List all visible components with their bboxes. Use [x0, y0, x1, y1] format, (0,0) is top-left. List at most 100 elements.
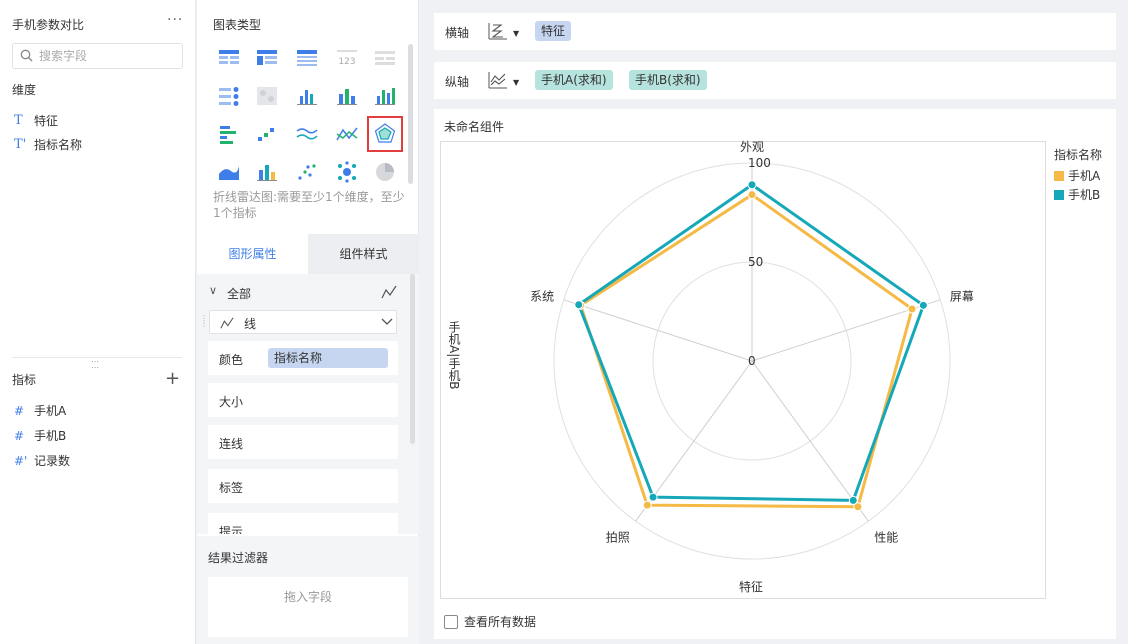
property-group-header[interactable]: ∨ 全部 [209, 284, 401, 304]
category-label: 屏幕 [950, 290, 974, 304]
dimension-label: 指标名称 [34, 138, 83, 152]
x-axis-title: 特征 [739, 580, 764, 594]
category-label: 系统 [530, 290, 554, 304]
connect-property[interactable]: 连线 [208, 425, 398, 459]
resize-handle-icon[interactable]: ⋯ ⋯ [91, 358, 99, 372]
text-field-icon: T [14, 113, 23, 128]
search-input[interactable] [39, 47, 179, 65]
data-point [747, 180, 757, 190]
size-label: 大小 [219, 395, 244, 409]
measure-label: 手机A [34, 404, 67, 418]
legend-item[interactable]: 手机A [1054, 167, 1102, 184]
table-chart-icon[interactable] [217, 46, 241, 70]
line-chart-icon[interactable] [295, 122, 319, 146]
polyline-chart-icon[interactable] [335, 122, 359, 146]
connect-label: 连线 [219, 437, 244, 451]
y-axis-type-icon[interactable] [487, 70, 509, 90]
area-chart-icon[interactable] [217, 160, 241, 184]
label-label: 标签 [219, 481, 244, 495]
tooltip-property[interactable]: 提示 [208, 513, 398, 534]
dot-table-chart-icon[interactable] [217, 84, 241, 108]
bubble-chart-icon[interactable] [335, 160, 359, 184]
bar-chart-icon[interactable] [335, 84, 359, 108]
number-field-icon: # [14, 428, 25, 443]
color-field-chip[interactable]: 指标名称 [268, 348, 388, 368]
graph-properties-panel: ∨ 全部 ⋮ ⋮ 线 颜色 指标名称 大小 连线 标签 提示 [197, 274, 419, 534]
search-icon [20, 49, 33, 62]
x-axis-type-icon[interactable] [487, 21, 509, 41]
multi-bar-chart-icon[interactable] [255, 160, 279, 184]
legend-item[interactable]: 手机B [1054, 186, 1102, 203]
legend-label: 手机B [1068, 188, 1101, 202]
field-panel: 手机参数对比 ··· 维度 T 特征 T' 指标名称 ⋯⋯ 指标 + # 手机A… [0, 0, 196, 644]
category-label: 性能 [874, 530, 898, 544]
heatmap-chart-icon[interactable] [255, 84, 279, 108]
text-chart-icon[interactable] [373, 46, 397, 70]
more-icon[interactable]: ··· [167, 12, 183, 28]
property-scrollbar[interactable] [410, 274, 415, 444]
tab-graph-properties[interactable]: 图形属性 [197, 234, 308, 274]
size-property[interactable]: 大小 [208, 383, 398, 417]
dimension-item[interactable]: T 特征 [14, 112, 58, 129]
x-axis-field-chip[interactable]: 特征 [535, 21, 572, 41]
filter-drop-zone[interactable]: 拖入字段 [208, 577, 408, 637]
detail-table-chart-icon[interactable] [295, 46, 319, 70]
label-property[interactable]: 标签 [208, 469, 398, 503]
tooltip-label: 提示 [219, 525, 244, 534]
measure-item[interactable]: # 手机B [14, 427, 66, 444]
line-mark-icon [381, 285, 397, 299]
caret-down-icon[interactable]: ▼ [513, 78, 519, 87]
cross-table-chart-icon[interactable] [255, 46, 279, 70]
mark-type-select[interactable]: ⋮ ⋮ 线 [200, 310, 397, 334]
add-measure-icon[interactable]: + [165, 368, 180, 389]
y-axis-field-chip[interactable]: 手机B(求和) [629, 70, 707, 90]
radial-tick-label: 50 [748, 255, 763, 269]
data-point [848, 495, 858, 505]
legend-swatch [1054, 189, 1064, 200]
category-label: 外观 [740, 140, 764, 154]
color-property[interactable]: 颜色 指标名称 [208, 341, 398, 375]
drag-handle-icon[interactable]: ⋮ ⋮ [200, 315, 208, 328]
result-filter-panel: 结果过滤器 拖入字段 [197, 536, 419, 644]
measure-label: 手机B [34, 429, 67, 443]
measure-item[interactable]: #' 记录数 [14, 452, 70, 469]
radar-spoke [563, 299, 753, 362]
step-chart-icon[interactable] [255, 122, 279, 146]
measure-label: 记录数 [34, 454, 71, 468]
y-axis-title: 手机A|手机B [447, 321, 461, 390]
x-axis-bar: 横轴 ▼ 特征 [434, 13, 1116, 50]
legend-swatch [1054, 170, 1064, 181]
field-search[interactable] [12, 43, 183, 69]
show-all-data-label: 查看所有数据 [464, 615, 537, 629]
text-field-icon: T' [14, 137, 27, 152]
y-axis-bar: 纵轴 ▼ 手机A(求和) 手机B(求和) [434, 62, 1116, 99]
scatter-chart-icon[interactable] [295, 160, 319, 184]
radar-chart-icon[interactable] [367, 116, 403, 152]
data-point [907, 304, 917, 314]
kpi-chart-icon[interactable]: 123 [335, 46, 359, 70]
grouped-dot-chart-icon[interactable] [295, 84, 319, 108]
pie-chart-icon[interactable] [373, 160, 397, 184]
radial-tick-label: 0 [748, 354, 756, 368]
show-all-data-checkbox[interactable] [444, 614, 458, 629]
dimension-section-title: 维度 [12, 83, 37, 97]
data-point [642, 500, 652, 510]
show-all-data-row[interactable]: 查看所有数据 [444, 613, 536, 630]
property-tabs: 图形属性 组件样式 [197, 234, 419, 274]
chevron-down-icon [381, 318, 393, 325]
tab-component-style[interactable]: 组件样式 [308, 234, 419, 274]
chart-legend: 指标名称 手机A 手机B [1054, 146, 1102, 205]
number-field-icon: #' [14, 453, 28, 468]
dataset-title: 手机参数对比 [12, 18, 85, 32]
horizontal-bar-chart-icon[interactable] [217, 122, 241, 146]
data-point [574, 300, 584, 310]
measure-item[interactable]: # 手机A [14, 402, 66, 419]
stacked-bar-chart-icon[interactable] [373, 84, 397, 108]
chart-type-scrollbar[interactable] [408, 44, 413, 184]
number-field-icon: # [14, 403, 25, 418]
measure-section-title: 指标 [12, 373, 37, 387]
caret-down-icon[interactable]: ▼ [513, 29, 519, 38]
category-label: 拍照 [606, 529, 630, 544]
y-axis-field-chip[interactable]: 手机A(求和) [535, 70, 613, 90]
dimension-item[interactable]: T' 指标名称 [14, 136, 82, 153]
